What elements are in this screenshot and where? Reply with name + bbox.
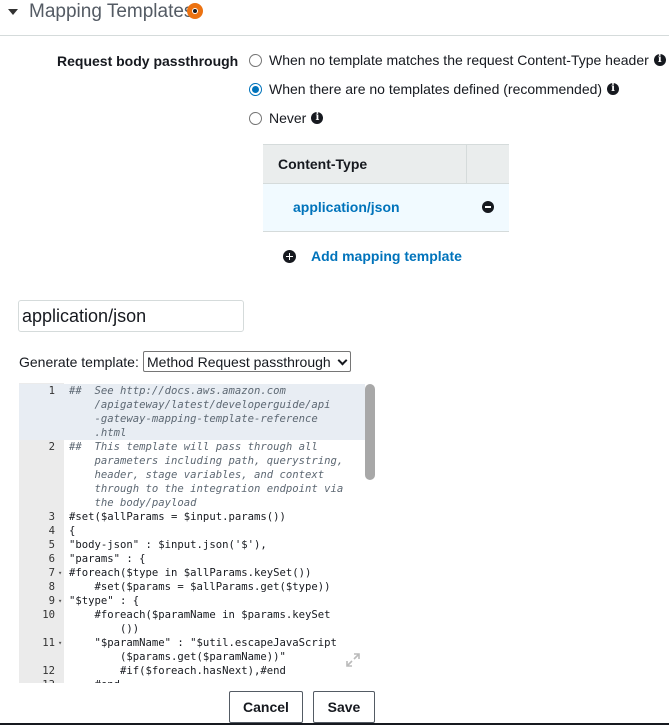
code-line[interactable]: /apigateway/latest/developerguide/api [19, 398, 365, 412]
radio-label: Never [269, 110, 307, 126]
code-line[interactable]: parameters including path, querystring, [19, 454, 365, 468]
code-line[interactable]: -gateway-mapping-template-reference [19, 412, 365, 426]
line-number: 13 [19, 678, 55, 683]
code-line[interactable]: ()) [19, 622, 365, 636]
code-text: "$type" : { [69, 595, 140, 607]
code-line[interactable]: 6 "params" : { [19, 552, 365, 566]
content-type-input[interactable] [18, 300, 244, 332]
info-icon[interactable]: i [653, 54, 666, 66]
generate-template-select[interactable]: Method Request passthrough [143, 351, 351, 372]
caret-down-icon[interactable] [8, 9, 18, 15]
code-text: #set($params = $allParams.get($type)) [69, 581, 331, 593]
table-header: Content-Type [263, 144, 509, 184]
expand-icon[interactable] [345, 652, 361, 668]
code-line[interactable]: 2 ## This template will pass through all [19, 440, 365, 454]
radio-label: When there are no templates defined (rec… [269, 81, 603, 97]
fold-toggle-icon[interactable]: ▾ [58, 636, 62, 650]
line-number: 9 [48, 595, 55, 607]
save-button[interactable]: Save [313, 691, 375, 723]
remove-icon[interactable] [482, 201, 494, 213]
line-number: 11 [42, 637, 55, 649]
code-line[interactable]: header, stage variables, and context [19, 468, 365, 482]
code-line[interactable]: ($params.get($paramName))" [19, 650, 365, 664]
line-number: 5 [48, 539, 55, 551]
line-number: 8 [48, 581, 55, 593]
status-indicator-icon [187, 3, 203, 19]
line-number: 6 [48, 553, 55, 565]
code-text: through to the integration endpoint via [69, 483, 344, 495]
code-text: header, stage variables, and context [69, 469, 325, 481]
radio-never[interactable]: Never i [249, 109, 324, 127]
radio-label: When no template matches the request Con… [269, 52, 649, 68]
line-number: 1 [48, 385, 55, 397]
code-text: "body-json" : $input.json('$'), [69, 539, 267, 551]
line-number: 3 [48, 511, 55, 523]
generate-template-label: Generate template: [19, 354, 139, 370]
code-line[interactable]: 1 ## See http://docs.aws.amazon.com [19, 384, 365, 398]
code-line[interactable]: 5 "body-json" : $input.json('$'), [19, 538, 365, 552]
code-text: ## This template will pass through all [69, 441, 318, 453]
line-number: 10 [42, 609, 55, 621]
fold-toggle-icon[interactable]: ▾ [58, 566, 62, 580]
line-number: 2 [48, 441, 55, 453]
code-text: parameters including path, querystring, [69, 455, 344, 467]
code-line[interactable]: 9 ▾ "$type" : { [19, 594, 365, 608]
code-text: /apigateway/latest/developerguide/api [69, 399, 331, 411]
code-text: "$paramName" : "$util.escapeJavaScript [69, 637, 337, 649]
code-line[interactable]: 8 #set($params = $allParams.get($type)) [19, 580, 365, 594]
code-text: .html [69, 427, 127, 439]
radio-button[interactable] [249, 53, 262, 67]
code-line[interactable]: 10 #foreach($paramName in $params.keySet [19, 608, 365, 622]
code-line[interactable]: 13 #end [19, 678, 365, 683]
code-text: ()) [69, 623, 140, 635]
fold-toggle-icon[interactable]: ▾ [58, 594, 62, 608]
select-value: Method Request passthrough [147, 353, 331, 370]
code-text: #foreach($paramName in $params.keySet [69, 609, 331, 621]
code-text: ## See http://docs.aws.amazon.com [69, 385, 286, 397]
code-text: #foreach($type in $allParams.keySet()) [69, 567, 312, 579]
add-mapping-template[interactable]: Add mapping template [283, 246, 462, 266]
content-type-table: Content-Type application/json [263, 144, 509, 232]
code-text: { [69, 525, 76, 537]
content-type-column-header: Content-Type [278, 156, 368, 172]
add-mapping-template-link[interactable]: Add mapping template [311, 248, 462, 264]
mapping-templates-header[interactable]: Mapping Templates [0, 0, 669, 36]
column-divider [466, 145, 467, 184]
editor-scrollbar[interactable] [365, 384, 375, 480]
info-icon[interactable]: i [607, 83, 620, 95]
info-icon[interactable]: i [311, 112, 324, 124]
code-line[interactable]: 7 ▾ #foreach($type in $allParams.keySet()) [19, 566, 365, 580]
code-text: #set($allParams = $input.params()) [69, 511, 286, 523]
code-text: ($params.get($paramName))" [69, 651, 286, 663]
code-text: the body/payload [69, 497, 197, 509]
code-line[interactable]: 12 #if($foreach.hasNext),#end [19, 664, 365, 678]
table-row[interactable]: application/json [263, 184, 509, 232]
cancel-button[interactable]: Cancel [229, 691, 303, 723]
line-number: 4 [48, 525, 55, 537]
code-line[interactable]: 11 ▾ "$paramName" : "$util.escapeJavaScri… [19, 636, 365, 650]
passthrough-label: Request body passthrough [57, 53, 239, 69]
code-text: #end [69, 678, 121, 683]
code-text: #if($foreach.hasNext),#end [69, 665, 286, 677]
code-line[interactable]: 4{ [19, 524, 365, 538]
radio-when-no-templates[interactable]: When there are no templates defined (rec… [249, 80, 620, 98]
template-code-editor[interactable]: 1 ## See http://docs.aws.amazon.com /apig… [19, 383, 375, 683]
line-number: 12 [42, 665, 55, 677]
radio-button-selected[interactable] [249, 82, 262, 96]
code-line[interactable]: .html [19, 426, 365, 440]
code-line[interactable]: through to the integration endpoint via [19, 482, 365, 496]
content-type-link[interactable]: application/json [293, 199, 400, 215]
code-text: "params" : { [69, 553, 146, 565]
code-line[interactable]: the body/payload [19, 496, 365, 510]
radio-button[interactable] [249, 111, 262, 125]
section-title: Mapping Templates [29, 1, 194, 22]
radio-when-no-match[interactable]: When no template matches the request Con… [249, 51, 666, 69]
line-number: 7 [48, 567, 55, 579]
code-text: -gateway-mapping-template-reference [69, 413, 318, 425]
code-line[interactable]: 3 #set($allParams = $input.params()) [19, 510, 365, 524]
add-icon[interactable] [283, 249, 296, 263]
chevron-down-icon [337, 355, 348, 366]
